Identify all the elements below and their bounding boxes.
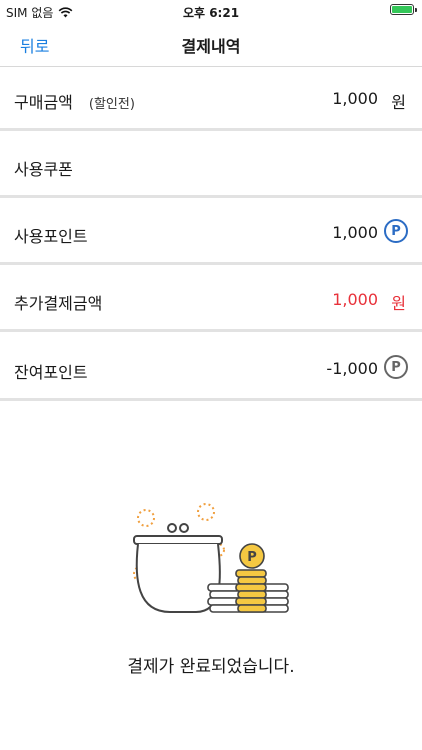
used-coupon-label: 사용쿠폰 <box>14 160 73 179</box>
remaining-points-row: 잔여포인트 -1,000 P <box>0 337 422 401</box>
battery-icon <box>390 4 417 15</box>
purchase-amount-value: 1,000 <box>332 89 378 108</box>
status-bar: SIM 없음 오후 6:21 <box>0 0 422 22</box>
payment-complete-message: 결제가 완료되었습니다. <box>127 657 295 677</box>
used-points-label: 사용포인트 <box>14 227 88 246</box>
point-icon: P <box>384 219 408 243</box>
purchase-amount-row: 구매금액 (할인전) 1,000 원 <box>0 67 422 131</box>
used-points-row: 사용포인트 1,000 P <box>0 201 422 265</box>
used-points-value: 1,000 <box>332 223 378 242</box>
used-coupon-row: 사용쿠폰 <box>0 134 422 198</box>
purchase-amount-label-text: 구매금액 <box>14 93 73 112</box>
additional-payment-unit: 원 <box>391 294 406 313</box>
additional-payment-label: 추가결제금액 <box>14 294 103 313</box>
remaining-points-label: 잔여포인트 <box>14 363 88 382</box>
additional-payment-row: 추가결제금액 1,000 원 <box>0 268 422 332</box>
purchase-amount-label: 구매금액 (할인전) <box>14 89 135 113</box>
purchase-amount-unit: 원 <box>391 93 406 112</box>
page-title: 결제내역 <box>181 37 241 56</box>
svg-text:P: P <box>247 550 257 565</box>
payment-complete-illustration: P <box>133 503 289 613</box>
gold-coin-icon: P <box>239 543 265 569</box>
status-time: 오후 6:21 <box>182 6 240 20</box>
status-right <box>390 4 417 15</box>
before-discount-label: (할인전) <box>88 97 135 112</box>
point-icon-gray: P <box>384 355 408 379</box>
additional-payment-value: 1,000 <box>332 290 378 309</box>
nav-bar: 뒤로 결제내역 <box>0 22 422 67</box>
remaining-points-value: -1,000 <box>326 359 378 378</box>
